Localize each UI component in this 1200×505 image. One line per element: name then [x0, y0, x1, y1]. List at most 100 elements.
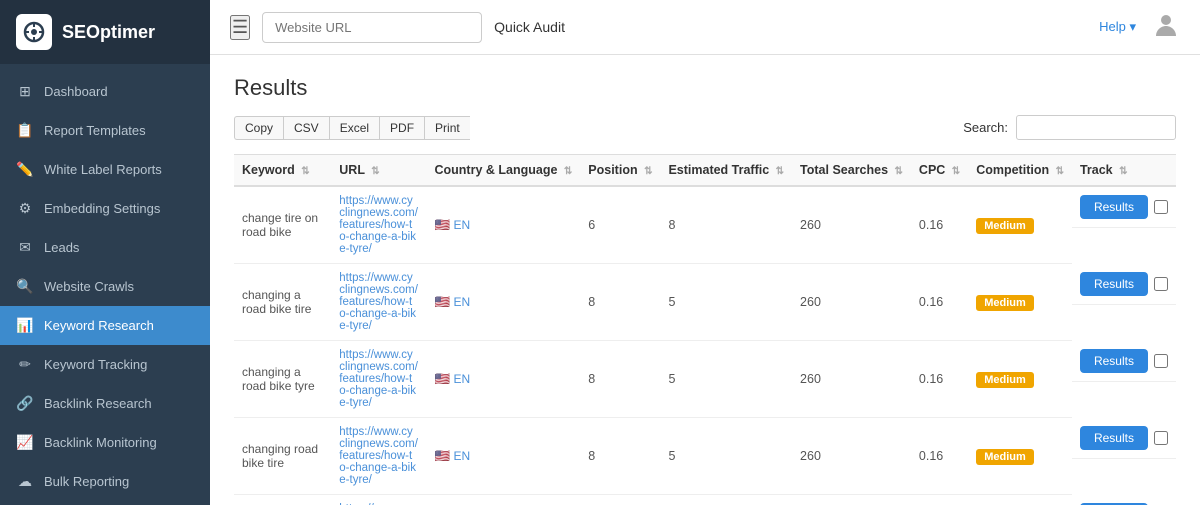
track-checkbox[interactable]	[1154, 277, 1168, 291]
keyword-cell: cost of bike tire replacement	[234, 495, 331, 505]
total-searches-cell: 210	[792, 495, 911, 505]
estimated-traffic-cell: 8	[660, 186, 792, 264]
col-estimated-traffic[interactable]: Estimated Traffic ⇅	[660, 155, 792, 187]
sidebar-item-label: Leads	[44, 240, 79, 255]
sidebar-item-backlink-research[interactable]: 🔗 Backlink Research	[0, 384, 210, 423]
col-total-searches[interactable]: Total Searches ⇅	[792, 155, 911, 187]
col-cpc[interactable]: CPC ⇅	[911, 155, 968, 187]
search-bar: Search:	[963, 115, 1176, 140]
url-cell[interactable]: https://www.cyclingnews.com/features/how…	[331, 495, 426, 505]
flag-icon: 🇺🇸	[434, 449, 450, 463]
competition-badge: Medium	[976, 218, 1034, 234]
track-cell: Results	[1072, 187, 1176, 228]
leads-icon: ✉	[16, 239, 34, 256]
keyword-cell: change tire on road bike	[234, 186, 331, 264]
url-cell[interactable]: https://www.cyclingnews.com/features/how…	[331, 418, 426, 495]
col-track[interactable]: Track ⇅	[1072, 155, 1176, 187]
competition-badge: Medium	[976, 449, 1034, 465]
position-cell: 91	[580, 495, 660, 505]
country-cell: 🇺🇸 EN	[426, 341, 580, 418]
embedding-icon: ⚙	[16, 200, 34, 217]
competition-cell: Medium	[968, 341, 1072, 418]
keyword-cell: changing road bike tire	[234, 418, 331, 495]
col-url[interactable]: URL ⇅	[331, 155, 426, 187]
help-button[interactable]: Help ▾	[1099, 19, 1136, 35]
sidebar-item-label: Embedding Settings	[44, 201, 160, 216]
table-header-row: Keyword ⇅ URL ⇅ Country & Language ⇅ Pos…	[234, 155, 1176, 187]
pdf-button[interactable]: PDF	[379, 116, 424, 140]
competition-cell: Medium	[968, 186, 1072, 264]
topbar-right: Help ▾	[1099, 10, 1180, 44]
keyword-tracking-icon: ✏	[16, 356, 34, 373]
sidebar-item-keyword-research[interactable]: 📊 Keyword Research	[0, 306, 210, 345]
quick-audit-button[interactable]: Quick Audit	[494, 19, 565, 35]
track-cell: Results	[1072, 495, 1176, 505]
table-row: changing a road bike tyre https://www.cy…	[234, 341, 1176, 418]
keyword-cell: changing a road bike tyre	[234, 341, 331, 418]
results-button[interactable]: Results	[1080, 272, 1148, 296]
sidebar-item-label: Keyword Research	[44, 318, 154, 333]
url-cell[interactable]: https://www.cyclingnews.com/features/how…	[331, 341, 426, 418]
estimated-traffic-cell: 5	[660, 264, 792, 341]
print-button[interactable]: Print	[424, 116, 470, 140]
sidebar-navigation: ⊞ Dashboard 📋 Report Templates ✏️ White …	[0, 64, 210, 505]
track-checkbox[interactable]	[1154, 200, 1168, 214]
sidebar-item-label: Website Crawls	[44, 279, 134, 294]
cpc-cell: 0.16	[911, 341, 968, 418]
sidebar-item-label: White Label Reports	[44, 162, 162, 177]
hamburger-button[interactable]: ☰	[230, 15, 250, 40]
sidebar-logo: SEOptimer	[0, 0, 210, 64]
sidebar-item-backlink-monitoring[interactable]: 📈 Backlink Monitoring	[0, 423, 210, 462]
excel-button[interactable]: Excel	[329, 116, 379, 140]
results-button[interactable]: Results	[1080, 195, 1148, 219]
user-avatar[interactable]	[1152, 10, 1180, 44]
flag-icon: 🇺🇸	[434, 295, 450, 309]
col-keyword[interactable]: Keyword ⇅	[234, 155, 331, 187]
url-input[interactable]	[262, 12, 482, 43]
estimated-traffic-cell: 0	[660, 495, 792, 505]
keyword-research-icon: 📊	[16, 317, 34, 334]
sidebar-item-report-templates[interactable]: 📋 Report Templates	[0, 111, 210, 150]
csv-button[interactable]: CSV	[283, 116, 329, 140]
cpc-cell: 1.02	[911, 495, 968, 505]
sidebar-item-bulk-reporting[interactable]: ☁ Bulk Reporting	[0, 462, 210, 501]
col-position[interactable]: Position ⇅	[580, 155, 660, 187]
table-row: changing road bike tire https://www.cycl…	[234, 418, 1176, 495]
backlink-monitoring-icon: 📈	[16, 434, 34, 451]
sidebar-item-leads[interactable]: ✉ Leads	[0, 228, 210, 267]
col-country-language[interactable]: Country & Language ⇅	[426, 155, 580, 187]
url-cell[interactable]: https://www.cyclingnews.com/features/how…	[331, 186, 426, 264]
table-row: change tire on road bike https://www.cyc…	[234, 186, 1176, 264]
results-button[interactable]: Results	[1080, 349, 1148, 373]
sidebar-item-label: Backlink Monitoring	[44, 435, 157, 450]
url-cell[interactable]: https://www.cyclingnews.com/features/how…	[331, 264, 426, 341]
position-cell: 6	[580, 186, 660, 264]
competition-cell: Medium	[968, 264, 1072, 341]
content-area: Results Copy CSV Excel PDF Print Search:…	[210, 55, 1200, 505]
search-input[interactable]	[1016, 115, 1176, 140]
cpc-cell: 0.16	[911, 186, 968, 264]
sidebar-item-website-crawls[interactable]: 🔍 Website Crawls	[0, 267, 210, 306]
track-checkbox[interactable]	[1154, 431, 1168, 445]
logo-icon	[16, 14, 52, 50]
sidebar-item-dashboard[interactable]: ⊞ Dashboard	[0, 72, 210, 111]
track-checkbox[interactable]	[1154, 354, 1168, 368]
sidebar-item-white-label-reports[interactable]: ✏️ White Label Reports	[0, 150, 210, 189]
results-button[interactable]: Results	[1080, 426, 1148, 450]
cpc-cell: 0.16	[911, 418, 968, 495]
flag-icon: 🇺🇸	[434, 218, 450, 232]
cpc-cell: 0.16	[911, 264, 968, 341]
copy-button[interactable]: Copy	[234, 116, 283, 140]
sidebar-item-label: Backlink Research	[44, 396, 152, 411]
competition-badge: Medium	[976, 372, 1034, 388]
col-competition[interactable]: Competition ⇅	[968, 155, 1072, 187]
sidebar-item-keyword-tracking[interactable]: ✏ Keyword Tracking	[0, 345, 210, 384]
sidebar-item-embedding-settings[interactable]: ⚙ Embedding Settings	[0, 189, 210, 228]
language-label: EN	[454, 295, 471, 309]
track-cell: Results	[1072, 264, 1176, 305]
crawls-icon: 🔍	[16, 278, 34, 295]
results-table: Keyword ⇅ URL ⇅ Country & Language ⇅ Pos…	[234, 154, 1176, 505]
country-cell: 🇺🇸 EN	[426, 495, 580, 505]
sidebar-item-label: Report Templates	[44, 123, 146, 138]
position-cell: 8	[580, 264, 660, 341]
